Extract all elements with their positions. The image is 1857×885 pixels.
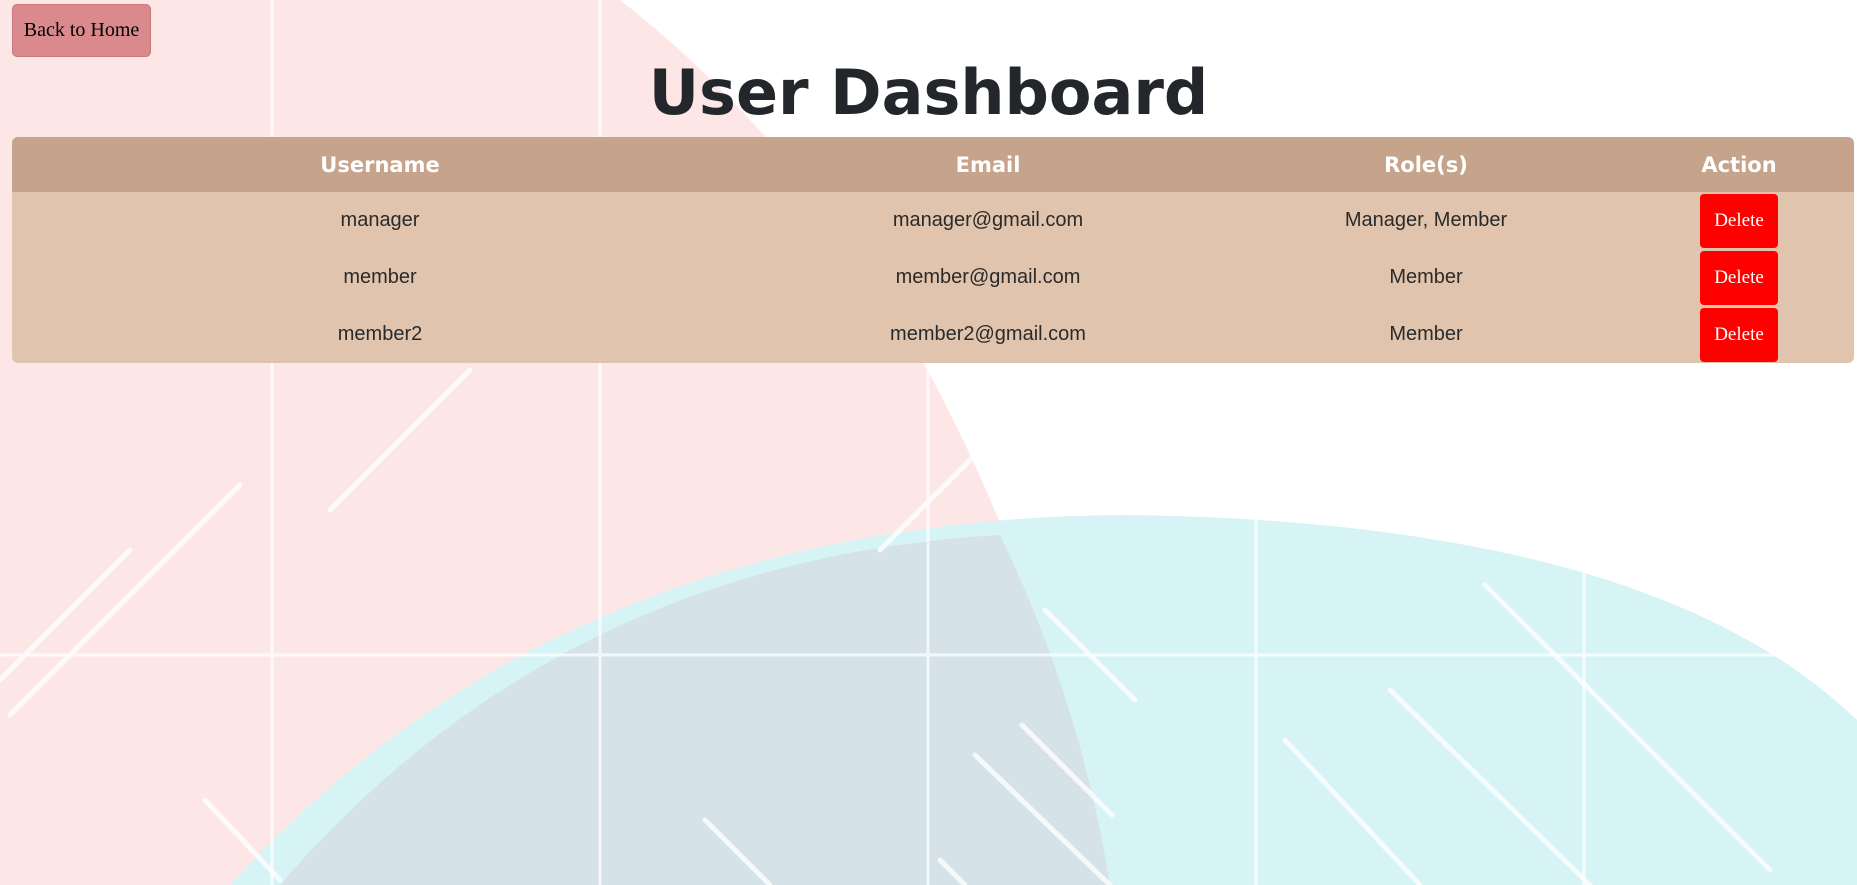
cell-roles: Member — [1389, 323, 1463, 345]
table-row: member2 member2@gmail.com Member Delete — [12, 306, 1854, 363]
users-table: Username Email Role(s) Action manager ma… — [12, 137, 1854, 363]
cell-username: member2 — [337, 323, 423, 345]
cell-roles: Member — [1389, 266, 1463, 288]
column-header-email: Email — [955, 152, 1021, 177]
table-row: manager manager@gmail.com Manager, Membe… — [12, 192, 1854, 249]
delete-button[interactable]: Delete — [1700, 193, 1778, 248]
cell-action: Delete — [1624, 249, 1854, 306]
cell-username: manager — [340, 209, 420, 231]
page-title: User Dashboard — [648, 56, 1209, 129]
column-header-action: Action — [1701, 152, 1777, 177]
cell-action: Delete — [1624, 192, 1854, 249]
table-row: member member@gmail.com Member Delete — [12, 249, 1854, 306]
background-pattern — [0, 0, 1857, 885]
cell-username: member — [343, 266, 417, 288]
cell-email: member2@gmail.com — [890, 323, 1086, 345]
cell-email: member@gmail.com — [895, 266, 1081, 288]
column-header-username: Username — [320, 152, 440, 177]
back-to-home-button[interactable]: Back to Home — [12, 4, 151, 57]
delete-button[interactable]: Delete — [1700, 307, 1778, 362]
delete-button[interactable]: Delete — [1700, 250, 1778, 305]
cell-email: manager@gmail.com — [892, 209, 1084, 231]
table-header-row: Username Email Role(s) Action — [12, 137, 1854, 192]
column-header-roles: Role(s) — [1384, 152, 1468, 177]
cell-roles: Manager, Member — [1344, 209, 1508, 231]
cell-action: Delete — [1624, 306, 1854, 363]
